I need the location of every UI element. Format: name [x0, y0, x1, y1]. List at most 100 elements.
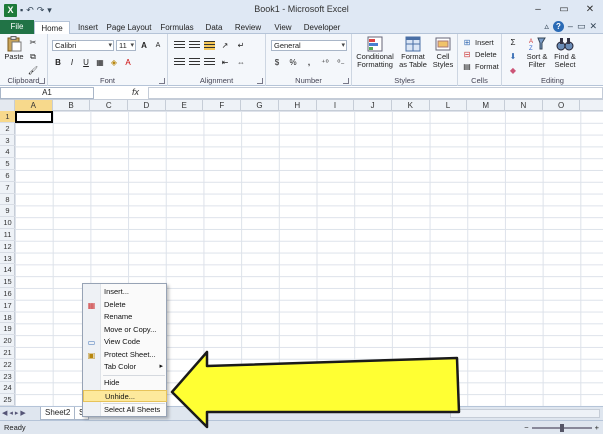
zoom-thumb[interactable]: [559, 423, 564, 432]
currency-button[interactable]: $: [271, 57, 283, 68]
merge-center-icon[interactable]: ⇔: [235, 57, 247, 68]
workbook-close-icon[interactable]: ✕: [589, 21, 597, 32]
undo-icon[interactable]: ↶: [26, 5, 34, 16]
save-icon[interactable]: ▪: [20, 5, 23, 15]
workbook-minimize-icon[interactable]: –: [568, 21, 573, 32]
align-bottom-icon[interactable]: [204, 41, 215, 50]
increase-decimal-icon[interactable]: ⁺⁰: [319, 57, 331, 68]
column-header[interactable]: M: [467, 100, 506, 111]
grow-font-button[interactable]: A: [138, 40, 150, 51]
tab-view[interactable]: View: [270, 21, 296, 34]
menu-item-select-all-sheets[interactable]: Select All Sheets: [83, 404, 167, 417]
sort-filter-button[interactable]: AZ Sort & Filter: [524, 36, 550, 69]
column-header[interactable]: K: [392, 100, 430, 111]
help-icon[interactable]: ?: [552, 21, 564, 32]
row-header[interactable]: 11: [0, 229, 15, 241]
tab-developer[interactable]: Developer: [302, 21, 342, 34]
row-header[interactable]: 21: [0, 347, 15, 359]
row-header[interactable]: 17: [0, 300, 15, 312]
find-select-button[interactable]: Find & Select: [552, 36, 578, 69]
font-launcher-icon[interactable]: [159, 78, 165, 84]
row-header[interactable]: 18: [0, 312, 15, 324]
zoom-slider[interactable]: [531, 423, 592, 432]
menu-item-unhide[interactable]: Unhide...: [83, 389, 167, 402]
column-header[interactable]: G: [241, 100, 279, 111]
menu-item-rename[interactable]: Rename: [83, 311, 167, 324]
minimize-button[interactable]: –: [525, 0, 551, 20]
column-header[interactable]: E: [166, 100, 204, 111]
last-sheet-icon[interactable]: ▶: [20, 409, 25, 417]
workbook-restore-icon[interactable]: ▭: [577, 21, 586, 32]
column-header[interactable]: A: [15, 100, 53, 111]
prev-sheet-icon[interactable]: ◂: [9, 409, 13, 417]
font-name-combo[interactable]: Calibri: [52, 40, 114, 51]
menu-item-insert[interactable]: Insert...: [83, 286, 167, 299]
column-header[interactable]: L: [430, 100, 468, 111]
row-header[interactable]: 7: [0, 182, 15, 194]
column-header[interactable]: I: [317, 100, 355, 111]
paste-button[interactable]: Paste: [3, 36, 25, 61]
select-all-corner[interactable]: [0, 100, 15, 111]
zoom-in-button[interactable]: +: [595, 421, 599, 434]
column-header[interactable]: N: [505, 100, 543, 111]
menu-item-tab-color[interactable]: Tab Color ▸: [83, 361, 167, 374]
column-header[interactable]: J: [354, 100, 392, 111]
row-header[interactable]: 22: [0, 359, 15, 371]
font-size-combo[interactable]: 11: [116, 40, 136, 51]
next-sheet-icon[interactable]: ▸: [15, 409, 19, 417]
shrink-font-button[interactable]: A: [152, 40, 164, 51]
row-header[interactable]: 16: [0, 288, 15, 300]
row-header[interactable]: 23: [0, 371, 15, 383]
row-header[interactable]: 24: [0, 382, 15, 395]
column-header[interactable]: F: [204, 100, 242, 111]
percent-button[interactable]: %: [287, 57, 299, 68]
column-header[interactable]: B: [53, 100, 91, 111]
row-header[interactable]: 19: [0, 323, 15, 336]
fill-color-icon[interactable]: ◈: [108, 57, 120, 68]
decrease-decimal-icon[interactable]: ⁰₋: [335, 57, 347, 68]
first-sheet-icon[interactable]: ◀: [2, 409, 7, 417]
row-header[interactable]: 8: [0, 194, 15, 206]
row-header[interactable]: 3: [0, 135, 15, 147]
menu-item-delete[interactable]: ▦ Delete: [83, 299, 167, 312]
menu-item-view-code[interactable]: ▭ View Code: [83, 336, 167, 349]
cut-icon[interactable]: ✂: [27, 37, 39, 48]
row-header[interactable]: 10: [0, 217, 15, 229]
insert-function-icon[interactable]: fx: [132, 87, 139, 97]
tab-page-layout[interactable]: Page Layout: [106, 21, 152, 34]
column-header[interactable]: C: [90, 100, 129, 111]
align-left-icon[interactable]: [174, 58, 185, 67]
wrap-text-icon[interactable]: ↵: [235, 40, 247, 51]
row-header[interactable]: 20: [0, 335, 15, 347]
tab-data[interactable]: Data: [202, 21, 226, 34]
tab-review[interactable]: Review: [232, 21, 264, 34]
active-cell-a1[interactable]: [15, 111, 53, 123]
tab-formulas[interactable]: Formulas: [158, 21, 196, 34]
clear-icon[interactable]: ◆: [507, 65, 519, 76]
clipboard-launcher-icon[interactable]: [39, 78, 45, 84]
redo-icon[interactable]: ↷: [37, 5, 45, 16]
row-header[interactable]: 9: [0, 205, 15, 218]
customize-toolbar-icon[interactable]: ▾: [47, 5, 52, 16]
horizontal-scrollbar[interactable]: [450, 409, 600, 418]
sheet-tab-sheet2[interactable]: Sheet2: [40, 407, 76, 420]
maximize-button[interactable]: ▭: [551, 0, 577, 20]
tab-file[interactable]: File: [0, 20, 34, 34]
borders-icon[interactable]: ▦: [94, 57, 106, 68]
comma-button[interactable]: ,: [303, 57, 315, 68]
tab-home[interactable]: Home: [34, 21, 70, 35]
autosum-icon[interactable]: Σ: [507, 37, 519, 48]
font-color-icon[interactable]: A: [122, 57, 134, 68]
column-header[interactable]: D: [128, 100, 166, 111]
row-header[interactable]: 5: [0, 158, 15, 170]
zoom-out-button[interactable]: −: [524, 421, 528, 434]
menu-item-protect-sheet[interactable]: ▣ Protect Sheet...: [83, 349, 167, 362]
row-header[interactable]: 1: [0, 111, 15, 123]
row-header[interactable]: 4: [0, 146, 15, 159]
column-header[interactable]: O: [543, 100, 581, 111]
align-middle-icon[interactable]: [189, 41, 200, 50]
align-top-icon[interactable]: [174, 41, 185, 50]
row-header[interactable]: 25: [0, 394, 15, 406]
name-box[interactable]: A1: [0, 87, 94, 99]
row-header[interactable]: 6: [0, 170, 15, 182]
